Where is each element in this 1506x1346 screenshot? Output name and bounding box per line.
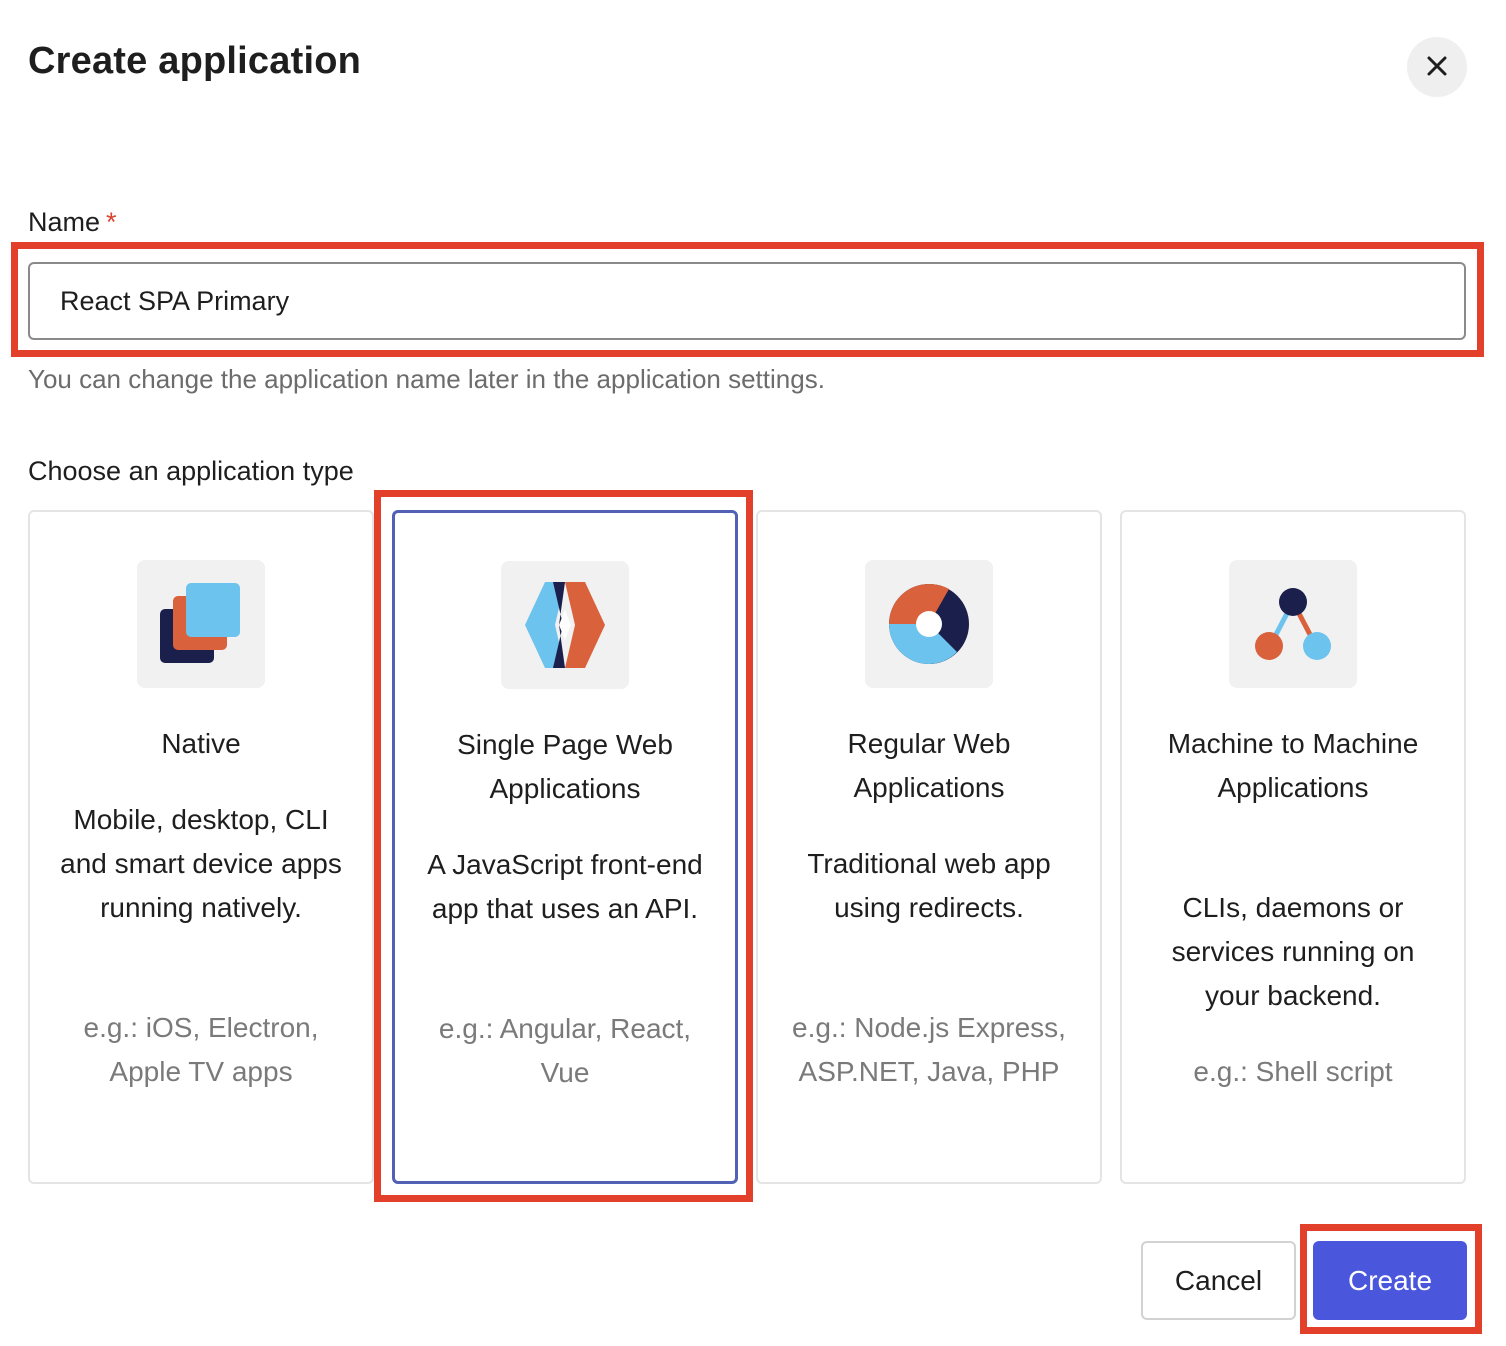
name-helper-text: You can change the application name late… xyxy=(28,364,825,394)
app-type-card-native[interactable]: Native Mobile, desktop, CLI and smart de… xyxy=(28,510,374,1184)
card-title: Native xyxy=(161,728,241,759)
name-label-text: Name xyxy=(28,207,101,237)
dialog-title: Create application xyxy=(28,40,362,82)
cancel-button[interactable]: Cancel xyxy=(1141,1241,1296,1320)
card-title: Machine to Machine Applications xyxy=(1167,728,1419,803)
card-description: Mobile, desktop, CLI and smart device ap… xyxy=(60,804,342,923)
card-description: CLIs, daemons or services running on you… xyxy=(1171,892,1415,1011)
card-example: e.g.: iOS, Electron, Apple TV apps xyxy=(83,1012,319,1087)
app-type-card-regular-web[interactable]: Regular Web Applications Traditional web… xyxy=(756,510,1102,1184)
close-button[interactable] xyxy=(1407,37,1467,97)
create-application-dialog: Create application Name* You can change … xyxy=(0,0,1506,1346)
required-mark: * xyxy=(106,207,117,237)
machine-nodes-icon xyxy=(1229,560,1357,688)
spa-card-highlight xyxy=(374,490,753,1202)
app-type-card-m2m[interactable]: Machine to Machine Applications CLIs, da… xyxy=(1120,510,1466,1184)
card-description: Traditional web app using redirects. xyxy=(807,848,1051,923)
close-icon xyxy=(1425,54,1449,81)
name-input[interactable] xyxy=(28,262,1466,340)
regular-web-donut-icon xyxy=(865,560,993,688)
card-title: Regular Web Applications xyxy=(847,728,1011,803)
create-button-highlight xyxy=(1300,1224,1482,1334)
app-type-label: Choose an application type xyxy=(28,456,354,486)
card-example: e.g.: Shell script xyxy=(1193,1056,1393,1087)
name-label: Name * xyxy=(28,207,117,238)
card-example: e.g.: Node.js Express, ASP.NET, Java, PH… xyxy=(792,1012,1066,1087)
native-stack-icon xyxy=(137,560,265,688)
